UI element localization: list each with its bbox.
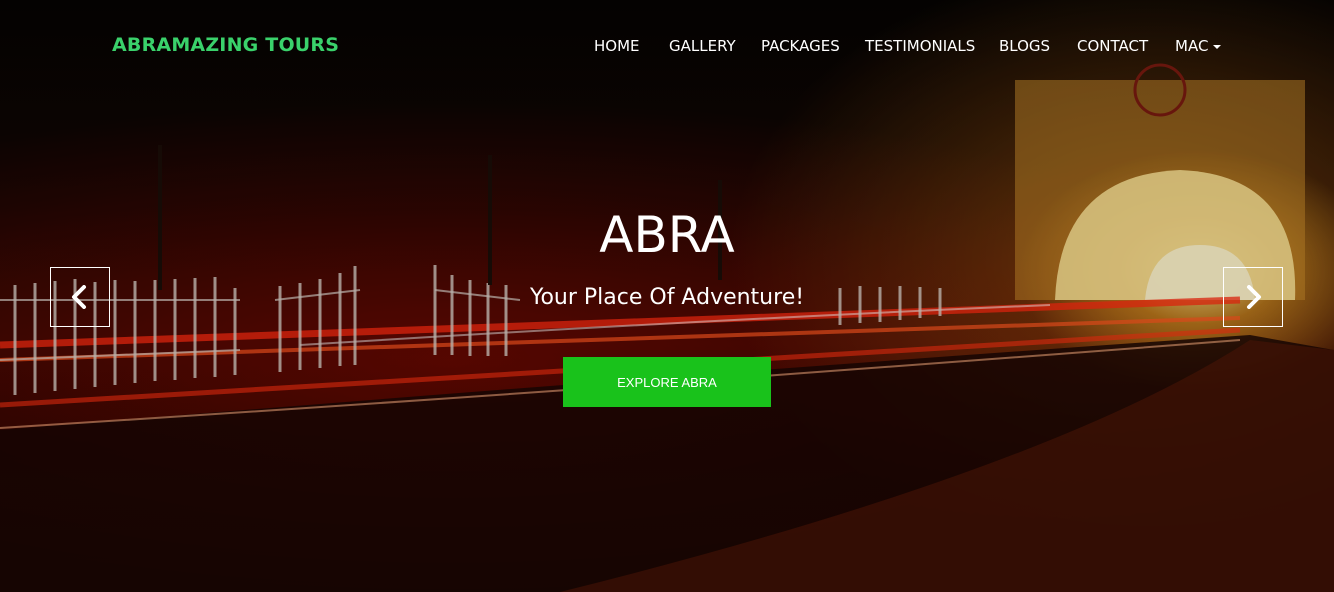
carousel-prev-button[interactable]	[50, 267, 110, 327]
nav-blogs[interactable]: BLOGS	[999, 37, 1050, 55]
explore-button[interactable]: EXPLORE ABRA	[563, 357, 771, 407]
nav-user-dropdown[interactable]: MAC	[1175, 37, 1222, 55]
chevron-left-icon	[72, 285, 86, 309]
brand-logo[interactable]: ABRAMAZING TOURS	[112, 34, 339, 56]
hero-carousel: ABRAMAZING TOURS HOME GALLERY PACKAGES T…	[0, 0, 1334, 592]
caret-down-icon	[1213, 44, 1222, 49]
hero-subtitle: Your Place Of Adventure!	[529, 285, 805, 310]
carousel-next-button[interactable]	[1223, 267, 1283, 327]
nav-home[interactable]: HOME	[594, 37, 640, 55]
nav-user-label: MAC	[1175, 37, 1209, 55]
nav-packages[interactable]: PACKAGES	[761, 37, 840, 55]
hero-title: ABRA	[599, 206, 735, 264]
nav-gallery[interactable]: GALLERY	[669, 37, 736, 55]
chevron-right-icon	[1247, 285, 1261, 309]
nav-testimonials[interactable]: TESTIMONIALS	[865, 37, 975, 55]
nav-contact[interactable]: CONTACT	[1077, 37, 1148, 55]
